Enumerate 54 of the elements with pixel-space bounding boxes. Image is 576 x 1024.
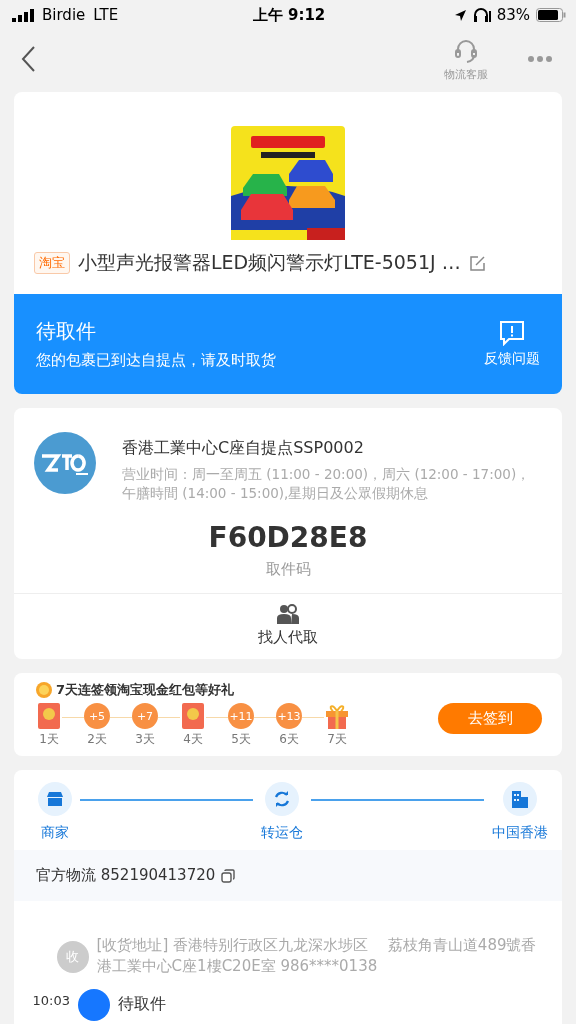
proxy-pickup-button[interactable]: 找人代取 — [258, 594, 318, 659]
day-label: 1天 — [39, 731, 59, 748]
day-label: 2天 — [87, 731, 107, 748]
shop-icon — [46, 791, 64, 807]
route-stop-label: 商家 — [41, 824, 69, 842]
envelope-icon — [38, 703, 60, 729]
checkin-title: 7天连签领淘宝现金红包等好礼 — [56, 681, 235, 699]
support-button[interactable]: 物流客服 — [444, 36, 488, 82]
courier-logo — [34, 432, 96, 494]
business-hours: 营业时间：周一至周五 (11:00 - 20:00)，周六 (12:00 - 17:00)，午膳時間 (14:00 - 15:00),星期日及公眾假期休息 — [122, 465, 532, 503]
taobao-badge: 淘宝 — [34, 252, 70, 274]
feedback-button[interactable]: 反馈问题 — [484, 320, 540, 368]
pickup-code: F60D28E8 — [208, 521, 368, 554]
battery-icon — [536, 8, 566, 22]
building-icon — [511, 790, 529, 808]
day-label: 5天 — [231, 731, 251, 748]
event-status: 待取件 — [118, 993, 166, 1015]
gift-icon — [324, 703, 350, 729]
product-title: 小型声光报警器LED频闪警示灯LTE-5051J … — [78, 250, 461, 275]
status-subtitle: 您的包裹已到达自提点，请及时取货 — [36, 351, 277, 370]
status-title: 待取件 — [36, 318, 97, 345]
route-stop-label: 中国香港 — [492, 824, 548, 842]
route-stop-label: 转运仓 — [261, 824, 303, 842]
message-icon — [499, 320, 525, 346]
envelope-icon — [182, 703, 204, 729]
day-label: 3天 — [135, 731, 155, 748]
refresh-icon — [272, 789, 292, 809]
coin-icon — [36, 682, 52, 698]
event-time: 10:03 — [31, 992, 70, 1008]
carrier-name: Birdie — [42, 6, 86, 24]
delivery-address: [收货地址] 香港特别行政区九龙深水埗区 荔枝角青山道489號香港工業中心C座1樓C20E室 986****0138 — [96, 935, 538, 977]
copy-icon[interactable] — [221, 868, 236, 883]
people-icon — [277, 604, 299, 624]
points-badge: +5 — [84, 703, 110, 729]
pickup-station-name: 香港工業中心C座自提点SSP0002 — [122, 438, 365, 459]
network-type: LTE — [93, 6, 119, 24]
back-button[interactable] — [20, 45, 36, 73]
clock-time: 上午 9:12 — [252, 5, 326, 25]
points-badge: +11 — [228, 703, 254, 729]
day-label: 7天 — [327, 731, 347, 748]
tracking-number: 官方物流 852190413720 — [36, 866, 216, 885]
signal-icon — [12, 8, 34, 22]
edit-icon[interactable] — [468, 254, 486, 272]
more-icon[interactable] — [528, 56, 552, 62]
day-label: 6天 — [279, 731, 299, 748]
points-badge: +13 — [276, 703, 302, 729]
points-badge: +7 — [132, 703, 158, 729]
day-label: 4天 — [183, 731, 203, 748]
checkin-button[interactable]: 去签到 — [438, 703, 542, 734]
location-arrow-icon — [453, 8, 467, 22]
status-dot — [78, 989, 110, 1021]
battery-percent: 83% — [496, 6, 530, 24]
headphones-icon — [472, 8, 491, 22]
pickup-code-label: 取件码 — [265, 560, 311, 579]
